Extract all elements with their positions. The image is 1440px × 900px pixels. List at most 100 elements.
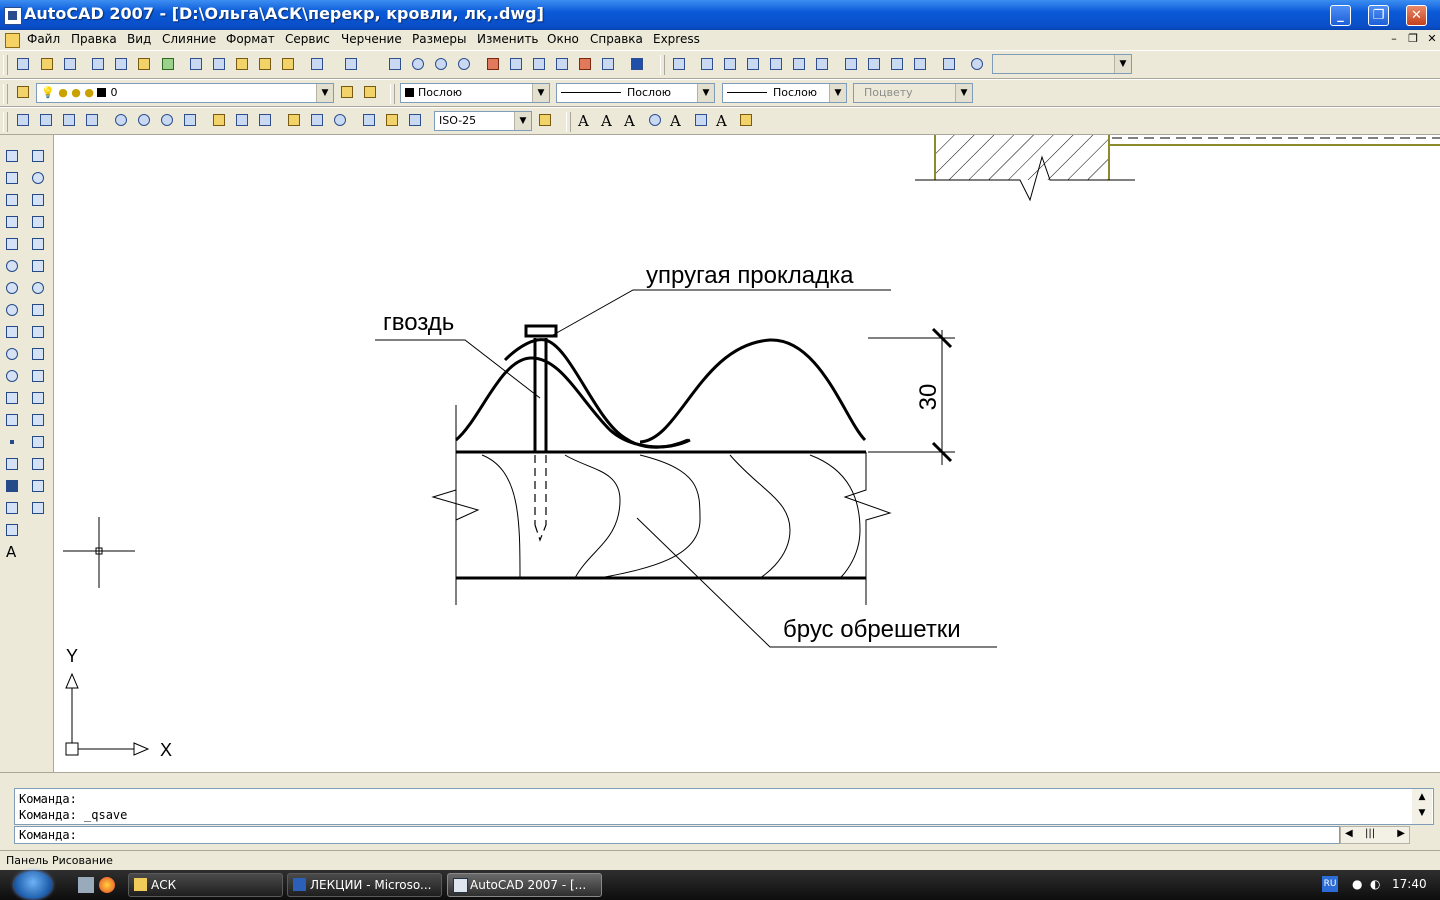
camera-icon[interactable] (940, 55, 958, 73)
chamfer-icon[interactable] (29, 455, 47, 473)
top-view-icon[interactable] (698, 55, 716, 73)
region-icon[interactable] (3, 499, 21, 517)
center-mark-icon[interactable] (331, 111, 349, 129)
menu-dimension[interactable]: Размеры (412, 32, 467, 46)
diameter-dim-icon[interactable] (158, 111, 176, 129)
menu-view[interactable]: Вид (127, 32, 151, 46)
dimtedit-icon[interactable] (383, 111, 401, 129)
circle-icon[interactable] (3, 279, 21, 297)
autocad-app-icon[interactable] (4, 7, 22, 25)
back-view-icon[interactable] (813, 55, 831, 73)
clock[interactable]: 17:40 (1392, 877, 1427, 891)
menu-merge[interactable]: Слияние (162, 32, 216, 46)
show-desktop-icon[interactable] (78, 877, 94, 893)
gradient-icon[interactable] (3, 477, 21, 495)
zoom-realtime-icon[interactable] (409, 55, 427, 73)
left-view-icon[interactable] (744, 55, 762, 73)
line-icon[interactable] (3, 147, 21, 165)
command-scrollbar[interactable]: ▲ ▼ (1412, 789, 1432, 824)
menu-format[interactable]: Формат (226, 32, 275, 46)
rotate-icon[interactable] (29, 279, 47, 297)
spline-icon[interactable] (3, 323, 21, 341)
toolbar-grip[interactable] (3, 84, 8, 104)
dim-update-icon[interactable] (406, 111, 424, 129)
save-icon[interactable] (61, 55, 79, 73)
doc-restore-button[interactable]: ❐ (1406, 32, 1420, 46)
text-style-icon[interactable] (692, 111, 710, 129)
multiline-text-icon[interactable]: A (3, 543, 21, 561)
tray-volume-icon[interactable]: ◐ (1370, 877, 1380, 891)
dimension-style-icon[interactable] (536, 111, 554, 129)
multiline-text-icon[interactable]: A (578, 112, 589, 130)
ucs-previous-icon[interactable] (968, 55, 986, 73)
zoom-previous-icon[interactable] (455, 55, 473, 73)
nw-iso-icon[interactable] (911, 55, 929, 73)
taskbar-button-word[interactable]: ЛЕКЦИИ - Microso... (287, 873, 442, 897)
bottom-view-icon[interactable] (721, 55, 739, 73)
table-icon[interactable] (3, 521, 21, 539)
quick-leader-icon[interactable] (285, 111, 303, 129)
ne-iso-icon[interactable] (888, 55, 906, 73)
break-at-point-icon[interactable] (29, 389, 47, 407)
drawing-canvas[interactable]: 30 упругая прокладка гвоздь брус обрешет… (54, 135, 1440, 772)
baseline-dim-icon[interactable] (233, 111, 251, 129)
continue-dim-icon[interactable] (256, 111, 274, 129)
menu-express[interactable]: Express (653, 32, 700, 46)
toolbar-grip[interactable] (3, 55, 8, 75)
polyline-icon[interactable] (3, 191, 21, 209)
angular-dim-icon[interactable] (181, 111, 199, 129)
edit-text-icon[interactable]: A (624, 112, 635, 130)
paste-icon[interactable] (233, 55, 251, 73)
hatch-icon[interactable] (3, 455, 21, 473)
toolbar-grip[interactable] (3, 112, 8, 132)
named-views-icon[interactable] (670, 55, 688, 73)
menu-file[interactable]: Файл (27, 32, 60, 46)
array-icon[interactable] (29, 235, 47, 253)
menu-tools[interactable]: Сервис (285, 32, 330, 46)
linetype-combo[interactable]: Послою ▼ (556, 83, 715, 103)
dimstyle-combo[interactable]: ISO-25 ▼ (434, 111, 532, 131)
layer-manager-icon[interactable] (14, 83, 32, 101)
match-properties-icon[interactable] (256, 55, 274, 73)
fillet-icon[interactable] (29, 477, 47, 495)
taskbar-button-autocad[interactable]: AutoCAD 2007 - [... (447, 873, 602, 897)
layer-combo[interactable]: 💡 ● ● ● 0 ▼ (36, 83, 334, 103)
ellipse-arc-icon[interactable] (3, 367, 21, 385)
zoom-window-icon[interactable] (432, 55, 450, 73)
publish-icon[interactable] (135, 55, 153, 73)
command-input[interactable]: Команда: (14, 826, 1340, 844)
extend-icon[interactable] (29, 367, 47, 385)
block-editor-icon[interactable] (279, 55, 297, 73)
close-button[interactable]: ✕ (1406, 5, 1427, 26)
ordinate-dim-icon[interactable] (83, 111, 101, 129)
find-icon[interactable] (646, 111, 664, 129)
calculator-icon[interactable] (599, 55, 617, 73)
lineweight-combo[interactable]: Послою ▼ (722, 83, 847, 103)
tool-palettes-icon[interactable] (530, 55, 548, 73)
pan-icon[interactable] (386, 55, 404, 73)
doc-minimize-button[interactable]: – (1387, 32, 1401, 46)
new-icon[interactable] (14, 55, 32, 73)
design-center-icon[interactable] (507, 55, 525, 73)
aligned-dim-icon[interactable] (37, 111, 55, 129)
menu-help[interactable]: Справка (590, 32, 643, 46)
undo-icon[interactable] (308, 55, 326, 73)
tray-network-icon[interactable]: ● (1352, 877, 1362, 891)
scale-icon[interactable] (29, 301, 47, 319)
single-line-text-icon[interactable]: A (601, 112, 612, 130)
toolbar-grip[interactable] (390, 84, 395, 104)
make-block-icon[interactable] (3, 411, 21, 429)
start-button[interactable] (14, 871, 52, 899)
join-icon[interactable] (29, 433, 47, 451)
sheet-set-icon[interactable] (553, 55, 571, 73)
doc-close-button[interactable]: ✕ (1425, 32, 1439, 46)
menu-window[interactable]: Окно (547, 32, 579, 46)
rectangle-icon[interactable] (3, 235, 21, 253)
spelling-icon[interactable]: A (670, 112, 681, 130)
document-icon[interactable] (5, 33, 20, 48)
help-icon[interactable] (628, 55, 646, 73)
insert-block-icon[interactable] (3, 389, 21, 407)
tolerance-icon[interactable] (308, 111, 326, 129)
front-view-icon[interactable] (790, 55, 808, 73)
make-layer-current-icon[interactable] (338, 83, 356, 101)
